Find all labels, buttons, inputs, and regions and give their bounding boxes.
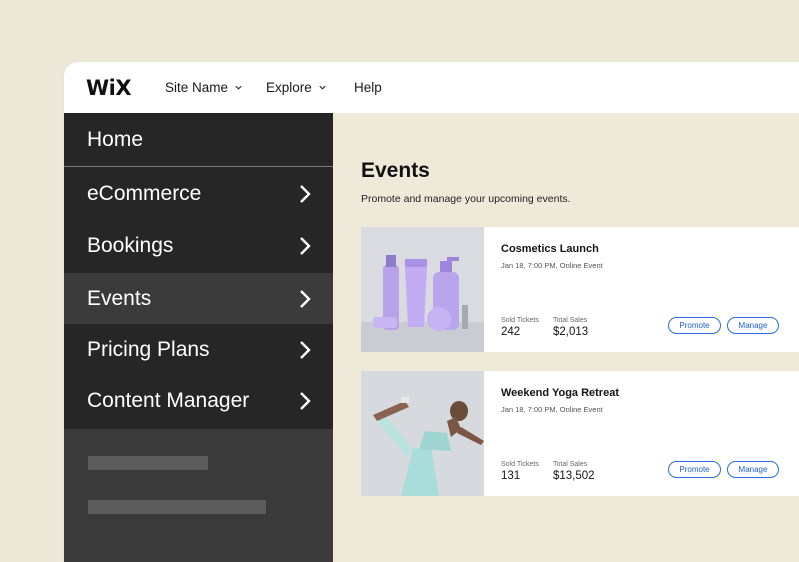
promote-button[interactable]: Promote [668,461,721,478]
chevron-right-icon [300,236,311,255]
sidebar-item-content-manager[interactable]: Content Manager [64,375,333,426]
placeholder-bar [88,456,208,470]
chevron-down-icon [235,85,242,90]
sidebar-item-label: Events [87,286,152,310]
sidebar: Home eCommerce Bookings Events Pricing P… [64,113,333,562]
event-card-cosmetics[interactable]: Cosmetics Launch Jan 18, 7:00 PM, Online… [361,227,799,352]
sidebar-placeholder-section [64,429,333,562]
chevron-right-icon [300,340,311,359]
sidebar-item-label: Pricing Plans [87,337,210,361]
nav-explore-label: Explore [266,80,312,95]
sold-tickets-value: 131 [501,470,521,482]
sidebar-item-label: Bookings [87,233,174,257]
sidebar-item-label: Content Manager [87,388,250,412]
page-subtitle: Promote and manage your upcoming events. [361,193,571,205]
total-sales-label: Total Sales [553,317,588,324]
sidebar-item-events[interactable]: Events [64,273,333,324]
sold-tickets-label: Sold Tickets [501,461,539,468]
promote-button[interactable]: Promote [668,317,721,334]
sidebar-divider [64,166,333,167]
chevron-down-icon [319,85,326,90]
nav-site-name-label: Site Name [165,80,229,95]
event-date: Jan 18, 7:00 PM, Online Event [501,405,603,414]
nav-site-name[interactable]: Site Name [165,80,243,95]
sidebar-item-bookings[interactable]: Bookings [64,220,333,271]
total-sales-value: $13,502 [553,470,595,482]
event-image-cosmetics [361,227,484,352]
event-title: Cosmetics Launch [501,243,599,255]
page-title: Events [361,159,430,182]
sold-tickets-value: 242 [501,326,521,338]
chevron-right-icon [300,184,311,203]
dashboard-window: WiX Site Name Explore Help Home eCommerc… [64,62,799,562]
cosmetics-image [361,227,484,352]
event-date: Jan 18, 7:00 PM, Online Event [501,261,603,270]
main-content: Events Promote and manage your upcoming … [333,113,799,562]
nav-help-label: Help [354,80,382,95]
total-sales-label: Total Sales [553,461,588,468]
sidebar-item-label: eCommerce [87,181,202,205]
wix-logo[interactable]: WiX [86,76,132,100]
yoga-image [361,371,484,496]
chevron-right-icon [300,391,311,410]
nav-explore[interactable]: Explore [266,80,327,95]
sold-tickets-label: Sold Tickets [501,317,539,324]
sidebar-item-ecommerce[interactable]: eCommerce [64,168,333,219]
event-image-yoga [361,371,484,496]
event-card-yoga[interactable]: Weekend Yoga Retreat Jan 18, 7:00 PM, On… [361,371,799,496]
sidebar-item-pricing-plans[interactable]: Pricing Plans [64,324,333,375]
top-bar: WiX Site Name Explore Help [64,62,799,113]
manage-button[interactable]: Manage [727,461,779,478]
total-sales-value: $2,013 [553,326,589,338]
sidebar-item-home[interactable]: Home [64,113,333,166]
event-title: Weekend Yoga Retreat [501,387,619,399]
chevron-right-icon [300,289,311,308]
sidebar-item-label: Home [87,127,144,151]
nav-help[interactable]: Help [354,80,382,95]
manage-button[interactable]: Manage [727,317,779,334]
placeholder-bar [88,500,266,514]
